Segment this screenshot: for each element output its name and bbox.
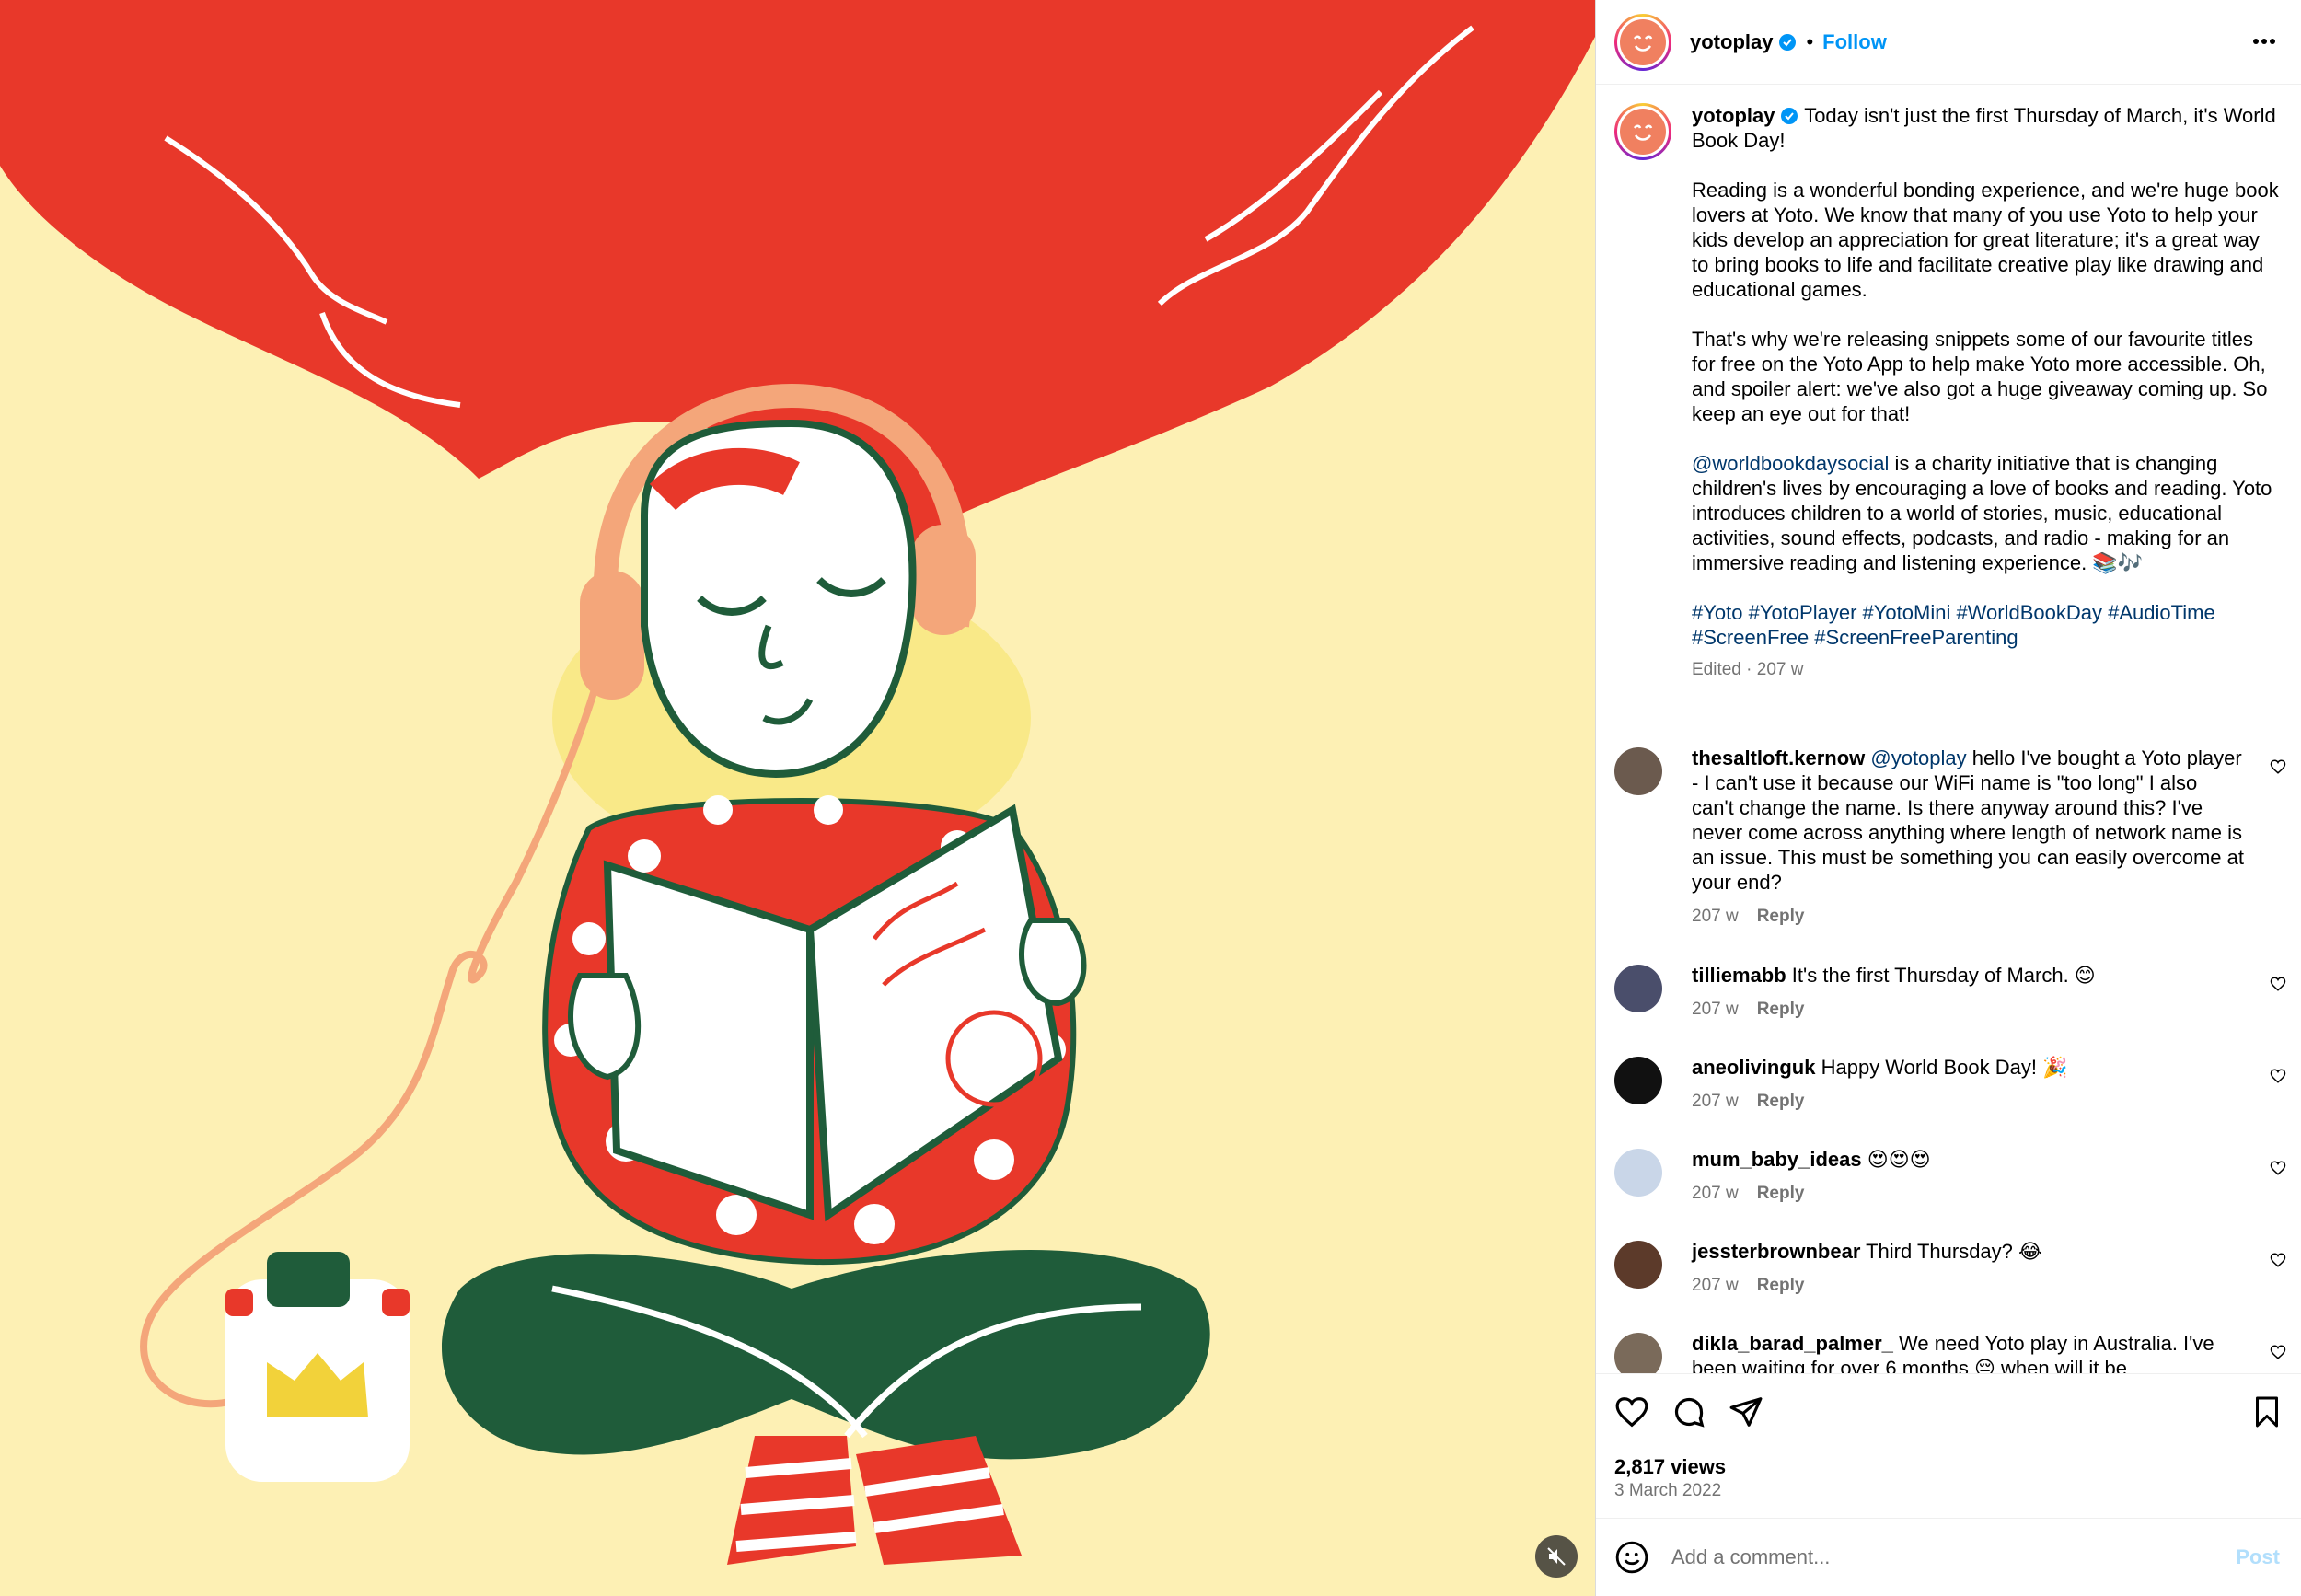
post-header: yotoplay • Follow — [1596, 0, 2301, 85]
more-options-icon[interactable] — [2250, 28, 2278, 55]
comment-time: 207 w — [1692, 1184, 1739, 1203]
caption-paragraph-4: @worldbookdaysocial is a charity initiat… — [1692, 451, 2281, 575]
caption-first-line: yotoplay Today isn't just the first Thur… — [1692, 103, 2281, 153]
smiley-logo-icon — [1633, 35, 1653, 52]
heart-icon[interactable] — [1614, 1394, 1649, 1429]
comment-avatar[interactable] — [1614, 1149, 1662, 1197]
separator-dot: • — [1806, 29, 1814, 53]
comment-item: aneolivinguk Happy World Book Day! 🎉 207… — [1614, 1055, 2286, 1114]
reply-button[interactable]: Reply — [1757, 1000, 1805, 1019]
heart-icon[interactable] — [2270, 758, 2286, 775]
heart-icon[interactable] — [2270, 1344, 2286, 1360]
comment-username[interactable]: mum_baby_ideas — [1692, 1148, 1862, 1171]
view-count[interactable]: 2,817 views — [1614, 1455, 1726, 1479]
comment-username[interactable]: aneolivinguk — [1692, 1056, 1815, 1079]
comment-avatar[interactable] — [1614, 965, 1662, 1012]
reply-button[interactable]: Reply — [1757, 1276, 1805, 1295]
comment-item: thesaltloft.kernow @yotoplay hello I've … — [1614, 746, 2286, 929]
reply-button[interactable]: Reply — [1757, 1092, 1805, 1111]
caption-avatar[interactable] — [1614, 103, 1671, 160]
author-avatar[interactable] — [1614, 13, 1671, 71]
post-actions: 2,817 views 3 March 2022 — [1596, 1373, 2301, 1518]
comment-text: 😍😍😍 — [1861, 1148, 1931, 1171]
comment-time: 207 w — [1692, 907, 1739, 926]
comments-scroll-area[interactable]: yotoplay Today isn't just the first Thur… — [1596, 85, 2301, 1373]
comment-item: mum_baby_ideas 😍😍😍 207 w Reply — [1614, 1147, 2286, 1206]
comment-username[interactable]: dikla_barad_palmer_ — [1692, 1332, 1893, 1355]
comment-item: dikla_barad_palmer_ We need Yoto play in… — [1614, 1331, 2286, 1373]
comment-text: Third Thursday? 😂 — [1860, 1240, 2042, 1263]
reply-button[interactable]: Reply — [1757, 907, 1805, 926]
add-comment-bar: Add a comment... Post — [1596, 1518, 2301, 1596]
comment-avatar[interactable] — [1614, 1333, 1662, 1373]
verified-icon — [1781, 108, 1798, 124]
comment-avatar[interactable] — [1614, 1057, 1662, 1104]
verified-icon — [1779, 33, 1797, 51]
post-caption: yotoplay Today isn't just the first Thur… — [1614, 103, 2286, 682]
heart-icon[interactable] — [2270, 1068, 2286, 1084]
post-media[interactable] — [0, 0, 1595, 1596]
mute-icon — [1547, 1547, 1566, 1566]
comment-input[interactable]: Add a comment... — [1671, 1545, 2236, 1569]
share-icon[interactable] — [1729, 1394, 1763, 1429]
heart-icon[interactable] — [2270, 1160, 2286, 1176]
author-username[interactable]: yotoplay — [1690, 30, 1773, 54]
heart-icon[interactable] — [2270, 976, 2286, 992]
mute-button[interactable] — [1535, 1535, 1578, 1578]
illustration-reading-girl — [0, 0, 1595, 1596]
follow-button[interactable]: Follow — [1822, 30, 1887, 54]
caption-hashtags[interactable]: #Yoto #YotoPlayer #YotoMini #WorldBookDa… — [1692, 600, 2281, 650]
mention-link[interactable]: @worldbookdaysocial — [1692, 452, 1889, 475]
caption-paragraph-2: Reading is a wonderful bonding experienc… — [1692, 179, 2284, 301]
comment-mention[interactable]: @yotoplay — [1870, 746, 1966, 769]
comment-username[interactable]: tilliemabb — [1692, 964, 1786, 987]
smiley-logo-icon — [1633, 124, 1653, 141]
bookmark-icon[interactable] — [2250, 1394, 2284, 1429]
reply-button[interactable]: Reply — [1757, 1184, 1805, 1203]
post-date: 3 March 2022 — [1614, 1481, 1722, 1500]
comment-icon[interactable] — [1671, 1394, 1706, 1429]
caption-username[interactable]: yotoplay — [1692, 104, 1775, 127]
comment-text: Happy World Book Day! 🎉 — [1815, 1056, 2068, 1079]
comment-time: 207 w — [1692, 1276, 1739, 1295]
comment-text: It's the first Thursday of March. 😊 — [1786, 964, 2096, 987]
post-comment-button[interactable]: Post — [2236, 1545, 2280, 1569]
caption-paragraph-3: That's why we're releasing snippets some… — [1692, 328, 2273, 425]
comment-time: 207 w — [1692, 1092, 1739, 1111]
comment-avatar[interactable] — [1614, 747, 1662, 795]
comment-username[interactable]: jessterbrownbear — [1692, 1240, 1860, 1263]
comment-time: 207 w — [1692, 1000, 1739, 1019]
heart-icon[interactable] — [2270, 1252, 2286, 1268]
comment-username[interactable]: thesaltloft.kernow — [1692, 746, 1865, 769]
caption-meta: Edited · 207 w — [1692, 660, 1804, 679]
comment-item: jessterbrownbear Third Thursday? 😂 207 w… — [1614, 1239, 2286, 1298]
comment-avatar[interactable] — [1614, 1241, 1662, 1289]
post-side-panel: yotoplay • Follow yotoplay Today isn't j… — [1595, 0, 2301, 1596]
emoji-icon[interactable] — [1614, 1540, 1649, 1575]
comment-item: tilliemabb It's the first Thursday of Ma… — [1614, 963, 2286, 1022]
